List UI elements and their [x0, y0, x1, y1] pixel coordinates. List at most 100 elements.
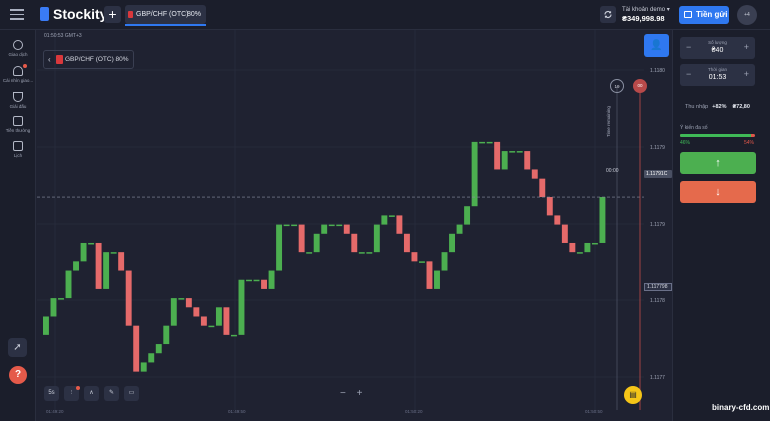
payout-label: Thu nhập — [685, 104, 709, 110]
sidebar-item-bonus[interactable]: Tiền thưởng — [0, 116, 36, 133]
zoom-controls: − + — [340, 388, 368, 401]
price-tick: 1.1179 — [650, 222, 665, 228]
candle — [140, 362, 147, 372]
candle — [419, 261, 425, 263]
zoom-out-button[interactable]: − — [340, 388, 346, 399]
candle — [155, 344, 162, 354]
candle — [223, 307, 230, 335]
zoom-in-button[interactable]: + — [357, 388, 363, 399]
candle — [411, 252, 418, 262]
candle — [170, 298, 177, 326]
rocket-icon[interactable]: ➚ — [8, 338, 27, 357]
time-remaining-label: Time remaining — [606, 106, 611, 137]
amount-stepper[interactable]: − Số lượng ₴40 + — [680, 37, 755, 59]
draw-pencil-icon[interactable]: ✎ — [104, 386, 119, 401]
candle — [80, 242, 87, 262]
duration-stepper[interactable]: − Thời gian 01:53 + — [680, 64, 755, 86]
wallet-icon — [684, 11, 692, 18]
candle — [118, 252, 125, 271]
sidebar-item-trade[interactable]: Giao dịch — [0, 40, 36, 57]
candle — [103, 252, 110, 289]
timer-badge-red: 00 — [633, 79, 647, 93]
chart-area[interactable] — [37, 30, 672, 414]
candle — [336, 224, 343, 227]
candle — [591, 242, 598, 245]
deposit-button[interactable]: Tiền gửi — [679, 6, 729, 24]
candle — [268, 270, 275, 289]
sidebar-item-calendar[interactable]: Lịch — [0, 141, 36, 158]
time-tick: 01:50:50 — [585, 409, 603, 414]
sidebar-item-label: Giao dịch — [8, 52, 28, 57]
candle — [479, 141, 486, 144]
candle — [539, 178, 546, 198]
indicators-icon[interactable]: ∧ — [84, 386, 99, 401]
candle — [471, 141, 478, 207]
candle — [125, 270, 132, 326]
candle — [178, 298, 185, 300]
watermark-text: binary-cfd.com — [712, 403, 770, 412]
candle — [561, 224, 568, 243]
deposit-label: Tiền gửi — [696, 10, 728, 19]
notification-dot — [23, 64, 27, 68]
candle — [464, 206, 471, 225]
candle — [148, 353, 155, 363]
price-chart[interactable] — [37, 30, 672, 414]
asset-tab-label: GBP/CHF (OTC) — [136, 11, 189, 18]
trophy-icon — [13, 92, 23, 102]
candle — [516, 151, 523, 153]
logo-text: Stockity — [53, 6, 108, 22]
sentiment-down-percent: 54% — [744, 140, 755, 146]
asset-tab-active[interactable]: GBP/CHF (OTC) 80% — [125, 5, 206, 24]
timeframe-button[interactable]: 5s — [44, 386, 59, 401]
candle — [441, 252, 448, 271]
candle — [73, 261, 79, 271]
account-type-dropdown[interactable]: Tài khoản demo ▾ — [622, 6, 670, 13]
sidebar-item-tournaments[interactable]: Giải đấu — [0, 92, 36, 109]
asset-selector[interactable]: ‹ GBP/CHF (OTC) 80% — [43, 50, 134, 69]
layout-icon[interactable]: ▭ — [124, 386, 139, 401]
candle — [58, 298, 64, 300]
chevron-left-icon[interactable]: ‹ — [48, 51, 51, 68]
candle — [185, 298, 192, 308]
trade-history-icon[interactable]: ▤ — [624, 386, 642, 404]
price-tick: 1.1179 — [650, 145, 665, 151]
sidebar-item-label: Lịch — [13, 153, 23, 158]
candle — [110, 252, 117, 254]
logo[interactable]: Stockity — [40, 6, 107, 22]
expiry-timer: 00:00 — [606, 168, 619, 174]
refresh-balance-icon[interactable] — [600, 6, 616, 23]
candle — [283, 224, 290, 227]
candle — [569, 242, 576, 253]
higher-button[interactable]: ↑ — [680, 152, 756, 174]
candle — [253, 279, 260, 282]
candle — [328, 224, 335, 227]
add-asset-tab-button[interactable]: + — [104, 6, 121, 23]
timer-badge-gray: 19 — [610, 79, 624, 93]
sidebar-item-insights[interactable]: Cái nhìn giao... — [0, 66, 36, 83]
asset-selector-label: GBP/CHF (OTC) 80% — [65, 56, 129, 63]
candle — [494, 141, 501, 170]
candle — [200, 316, 207, 326]
candle — [276, 224, 283, 271]
candle — [351, 233, 358, 253]
candle — [381, 215, 388, 225]
plus-icon[interactable]: + — [744, 42, 749, 52]
hamburger-menu-icon[interactable] — [10, 9, 24, 21]
avatar[interactable]: +4 — [737, 5, 757, 25]
time-tick: 01:49:50 — [228, 409, 246, 414]
candle — [486, 141, 493, 144]
help-button[interactable]: ? — [9, 366, 27, 384]
account-balance: ₴349,998.98 — [622, 14, 665, 23]
candle — [298, 224, 305, 253]
candle — [238, 279, 245, 335]
add-user-icon[interactable]: 👤 — [644, 34, 669, 57]
price-tick: 1.1177 — [650, 375, 665, 381]
payout-amount: ₴72,80 — [732, 104, 750, 110]
candle — [43, 316, 49, 335]
clock-icon — [13, 40, 23, 50]
candle — [163, 325, 170, 345]
gift-icon — [13, 116, 23, 126]
candle — [88, 242, 95, 245]
lower-button[interactable]: ↓ — [680, 181, 756, 203]
plus-icon[interactable]: + — [744, 69, 749, 79]
